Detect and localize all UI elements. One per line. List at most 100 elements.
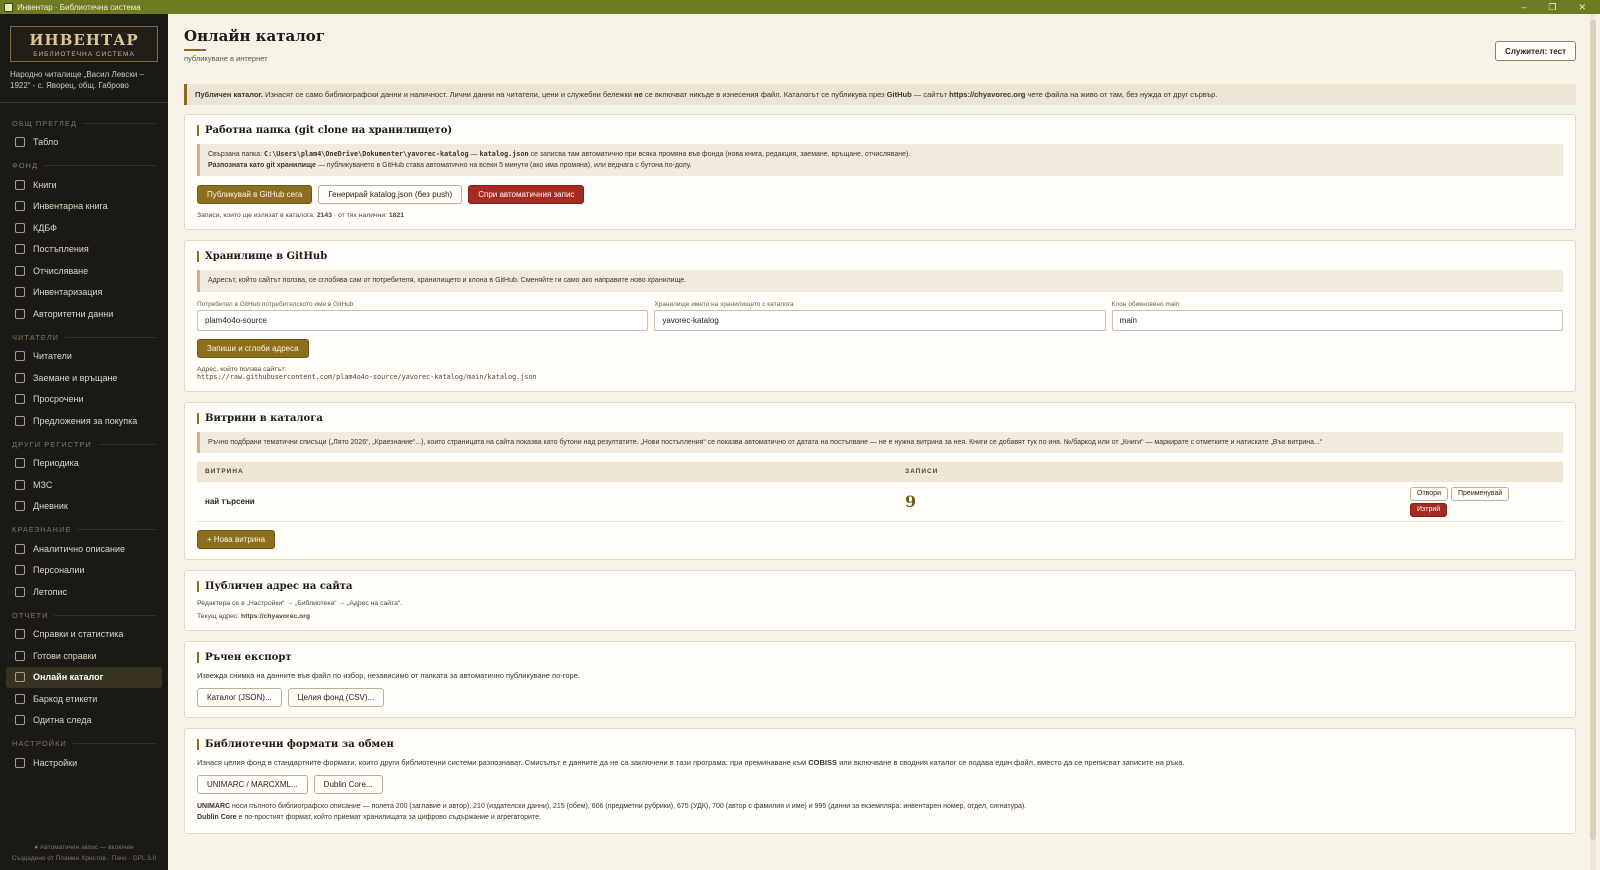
site-address-value: https://raw.githubusercontent.com/plam4o… (197, 372, 537, 381)
public-catalog-notice: Публичен каталог. Изнасят се само библио… (184, 84, 1576, 105)
close-button[interactable]: ✕ (1578, 2, 1586, 13)
open-showcase-button[interactable]: Отвори (1410, 486, 1448, 501)
public-address-card: Публичен адрес на сайта Редактира се в „… (184, 570, 1576, 632)
github-user-input[interactable] (197, 309, 649, 331)
checklist-icon (15, 287, 25, 298)
showcases-info: Ръчно подбрани тематични списъци („Лято … (197, 431, 1563, 453)
sidebar-item[interactable]: Отчисляване (0, 260, 168, 282)
sidebar-item[interactable]: КДБФ (0, 217, 168, 239)
app-icon (4, 2, 13, 12)
sidebar-item-label: Справки и статистика (33, 629, 124, 640)
document-icon (15, 543, 25, 554)
notice-text-1: Изнасят се само библиографски данни и на… (263, 90, 635, 99)
sidebar-item[interactable]: Настройки (0, 752, 168, 774)
sidebar-item-label: Инвентарна книга (33, 201, 108, 212)
sidebar-item[interactable]: Баркод етикети (0, 688, 168, 710)
notice-bold-2: не (634, 90, 643, 99)
report-icon (15, 650, 25, 661)
sidebar-item[interactable]: Летопис (0, 581, 168, 603)
unimarc-text: носи пълното библиографско описание — по… (230, 803, 1027, 811)
github-repo-input[interactable] (654, 309, 1106, 331)
export-dublin-core-button[interactable]: Dublin Core... (313, 775, 383, 795)
generate-json-button[interactable]: Генерирай katalog.json (без push) (318, 185, 463, 205)
github-info: Адресът, който сайтът ползва, се сглобяв… (197, 270, 1563, 292)
delete-showcase-button[interactable]: Изтрий (1410, 502, 1448, 517)
sidebar-item-label: Постъпления (33, 244, 89, 255)
sidebar-item[interactable]: Онлайн каталог (6, 666, 162, 689)
public-address-edit-note: Редактира се в „Настройки“ → „Библиотека… (197, 600, 403, 608)
export-unimarc-button[interactable]: UNIMARC / MARCXML... (197, 775, 308, 795)
rename-showcase-button[interactable]: Преименувай (1451, 486, 1510, 501)
sidebar-item-label: Отчисляване (33, 265, 89, 276)
sidebar-item[interactable]: Инвентарна книга (0, 196, 168, 218)
tag-icon (15, 693, 25, 704)
nav-section-title: ДРУГИ РЕГИСТРИ (0, 432, 168, 453)
sidebar-item[interactable]: Аналитично описание (0, 538, 168, 560)
records-stats: Записи, които ще излязат в каталога: 214… (197, 212, 1563, 219)
sidebar-item[interactable]: МЗС (0, 474, 168, 496)
notice-text-2: се включват никъде в изнесения файл. Кат… (642, 90, 887, 99)
folder-path: C:\Users\plam4\OneDrive\Dokumenter\yavor… (264, 150, 469, 158)
scrollbar-thumb[interactable] (1590, 20, 1596, 840)
scrollbar[interactable] (1590, 14, 1596, 870)
showcases-table: ВИТРИНА ЗАПИСИ най търсени 9 Отвори Преимен… (197, 461, 1563, 523)
git-desc: — публикуването в GitHub става автоматич… (315, 162, 692, 170)
sidebar-item[interactable]: Персоналии (0, 560, 168, 582)
user-button[interactable]: Служител: тест (1495, 41, 1576, 61)
notice-bold-4: https://chyavorec.org (949, 90, 1026, 99)
autosave-status: ● Автоматичен запис — включен (34, 844, 134, 852)
sidebar-item[interactable]: Табло (0, 132, 168, 154)
sidebar-item[interactable]: Заемане и връщане (0, 367, 168, 389)
folder-desc: се записва там автоматично при всяка про… (528, 151, 911, 158)
sidebar-item[interactable]: Справки и статистика (0, 624, 168, 646)
sidebar-item[interactable]: Инвентаризация (0, 282, 168, 304)
formats-title: Библиотечни формати за обмен (197, 739, 1563, 751)
exchange-icon (15, 479, 25, 490)
formats-desc-pre: Изнася целия фонд в стандартните формати… (197, 758, 809, 768)
current-address-value: https://chyavorec.org (240, 613, 311, 621)
sidebar-item-label: Летопис (33, 586, 68, 597)
sidebar-item[interactable]: Готови справки (0, 645, 168, 667)
dublin-core-label: Dublin Core (197, 813, 237, 821)
export-csv-button[interactable]: Целия фонд (CSV)... (287, 688, 385, 708)
nav-section-title: ОТЧЕТИ (0, 603, 168, 624)
folder-dash: — (468, 151, 480, 158)
sidebar-item[interactable]: Дневник (0, 496, 168, 518)
github-branch-input[interactable] (1111, 309, 1563, 331)
new-showcase-button[interactable]: + Нова витрина (197, 530, 276, 550)
brand-subtitle: БИБЛИОТЕЧНА СИСТЕМА (33, 51, 135, 58)
publish-github-button[interactable]: Публикувай в GitHub сега (197, 185, 313, 205)
organization-name: Народно читалище „Васил Левски – 1922“ -… (10, 70, 144, 90)
calendar-icon (15, 501, 25, 512)
sidebar-item[interactable]: Читатели (0, 346, 168, 368)
github-user-label: Потребител в GitHub потребителското име … (197, 300, 354, 308)
minimize-button[interactable]: – (1521, 2, 1526, 13)
save-address-button[interactable]: Запиши и сглоби адреса (197, 338, 309, 358)
book-icon (15, 179, 25, 190)
col-actions (1402, 461, 1563, 482)
sidebar-item-label: Дневник (33, 501, 68, 512)
sidebar-footer: ● Автоматичен запис — включен Създадено … (0, 839, 168, 870)
sidebar-item-label: Читатели (33, 351, 72, 362)
dublin-core-text: е по-простият формат, който приемат хран… (236, 813, 541, 821)
export-json-button[interactable]: Каталог (JSON)... (197, 688, 282, 708)
sidebar-item[interactable]: Одитна следа (0, 710, 168, 732)
sidebar-item[interactable]: Периодика (0, 453, 168, 475)
stop-autosave-button[interactable]: Спри автоматичния запис (468, 185, 585, 205)
page-header: Онлайн каталог публикуване в интернет Сл… (184, 14, 1576, 84)
sidebar-item[interactable]: Постъпления (0, 239, 168, 261)
work-folder-card: Работна папка (git clone на хранилището)… (184, 114, 1576, 231)
users-icon (15, 351, 25, 362)
sidebar-item[interactable]: Книги (0, 174, 168, 196)
unimarc-note: UNIMARC носи пълното библиографско описа… (197, 802, 1563, 813)
nav-section-title: НАСТРОЙКИ (0, 731, 168, 752)
sidebar-item-label: Баркод етикети (33, 693, 98, 704)
sidebar-item[interactable]: Просрочени (0, 389, 168, 411)
notice-text-4: чете файла на живо от там, без нужда от … (1025, 90, 1218, 99)
ledger-icon (15, 222, 25, 233)
maximize-button[interactable]: ❐ (1548, 2, 1556, 13)
sidebar-item[interactable]: Авторитетни данни (0, 303, 168, 325)
sidebar-item[interactable]: Предложения за покупка (0, 410, 168, 432)
nav-section-title: ФОНД (0, 153, 168, 174)
public-address-title: Публичен адрес на сайта (197, 581, 1563, 593)
